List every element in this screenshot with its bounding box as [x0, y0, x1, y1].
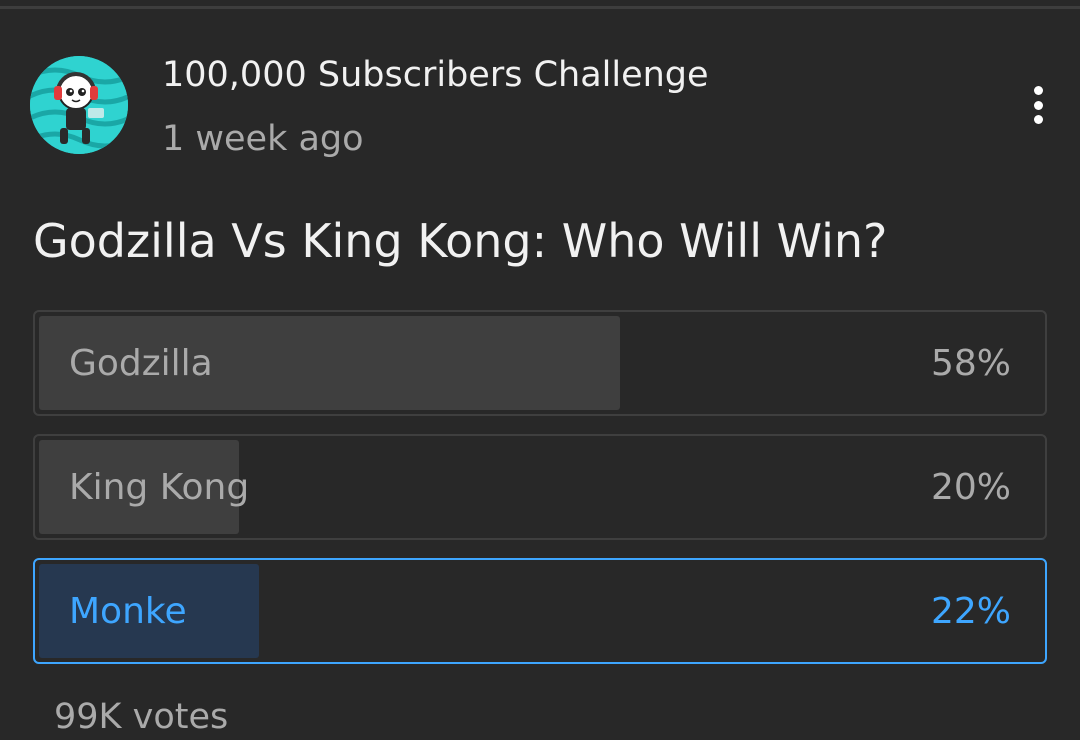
poll-option-label: Monke — [69, 590, 187, 632]
poll-question: Godzilla Vs King Kong: Who Will Win? — [33, 214, 888, 268]
more-vertical-icon — [1033, 86, 1043, 95]
vote-count: 99K votes — [54, 697, 229, 737]
more-options-button[interactable] — [1016, 80, 1060, 130]
poll-option-godzilla[interactable]: Godzilla 58% — [33, 310, 1047, 416]
avatar-illustration — [30, 56, 128, 154]
poll-option-percent: 22% — [930, 590, 1011, 632]
more-vertical-icon-dot — [1033, 115, 1043, 124]
top-divider — [0, 6, 1080, 9]
poll-option-percent: 58% — [930, 342, 1011, 384]
channel-name[interactable]: 100,000 Subscribers Challenge — [162, 52, 709, 98]
poll-option-percent: 20% — [930, 466, 1011, 508]
more-vertical-icon-dot — [1033, 100, 1043, 110]
poll-option-label: King Kong — [69, 466, 250, 508]
channel-avatar[interactable] — [30, 56, 128, 154]
poll-option-label: Godzilla — [69, 342, 213, 384]
poll-option-monke[interactable]: Monke 22% — [33, 558, 1047, 664]
poll-option-king-kong[interactable]: King Kong 20% — [33, 434, 1047, 540]
post-timestamp[interactable]: 1 week ago — [162, 116, 364, 162]
